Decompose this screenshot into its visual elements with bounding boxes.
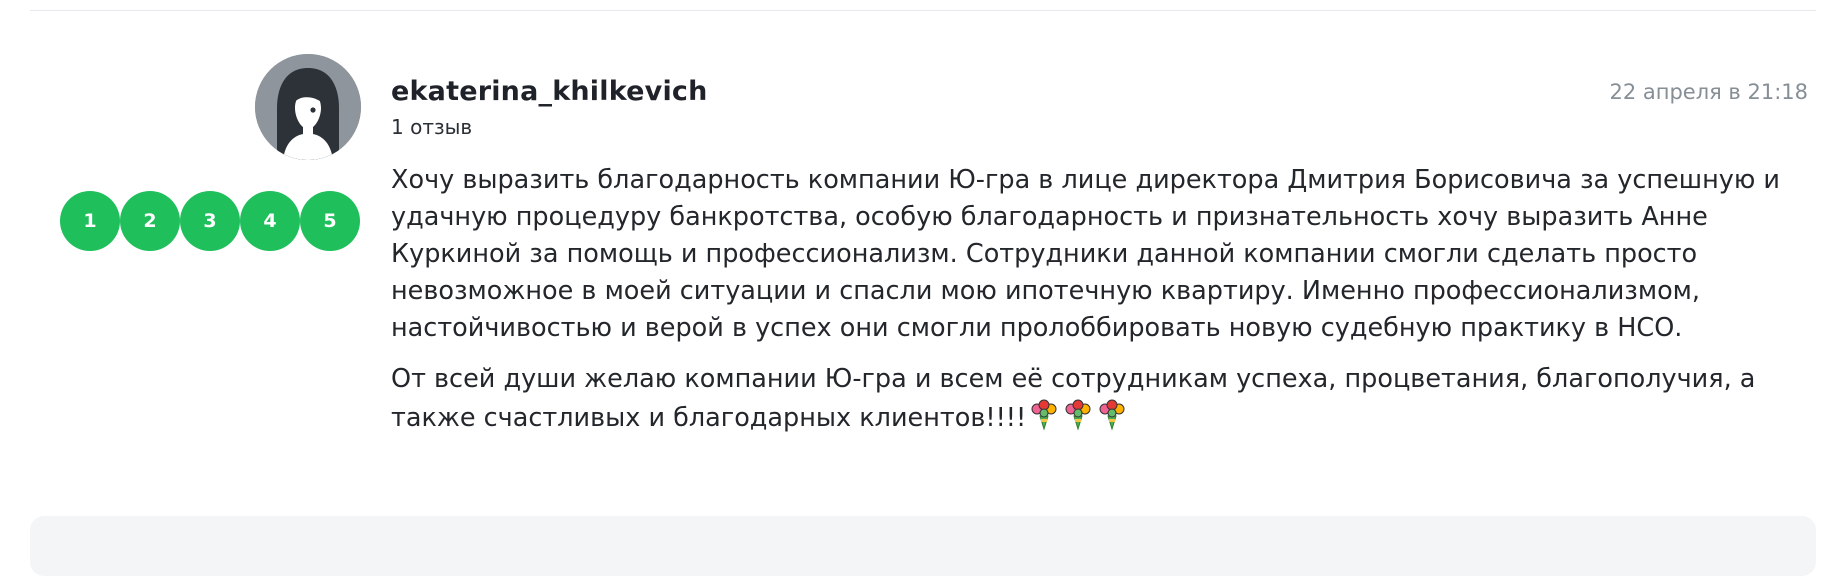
rating-circle-2[interactable]: 2 — [120, 191, 180, 251]
rating-circles: 1 2 3 4 5 — [60, 191, 360, 251]
rating-circle-3[interactable]: 3 — [180, 191, 240, 251]
bouquet-icon — [1062, 398, 1094, 441]
author-name-link[interactable]: ekaterina_khilkevich — [391, 76, 708, 107]
bouquet-icon — [1028, 398, 1060, 441]
review-paragraph-2: От всей души желаю компании Ю-гра и всем… — [391, 361, 1791, 441]
avatar[interactable] — [255, 54, 361, 160]
rating-circle-4[interactable]: 4 — [240, 191, 300, 251]
review-text: Хочу выразить благодарность компании Ю-г… — [391, 162, 1791, 455]
bouquet-icon — [1096, 398, 1128, 441]
review-count: 1 отзыв — [391, 115, 473, 139]
user-silhouette-icon — [255, 54, 361, 160]
rating-circle-1[interactable]: 1 — [60, 191, 120, 251]
bottom-panel — [30, 516, 1816, 576]
review-paragraph-1: Хочу выразить благодарность компании Ю-г… — [391, 165, 1780, 343]
review-date: 22 апреля в 21:18 — [1609, 80, 1808, 104]
top-divider — [30, 10, 1816, 11]
rating-circle-5[interactable]: 5 — [300, 191, 360, 251]
